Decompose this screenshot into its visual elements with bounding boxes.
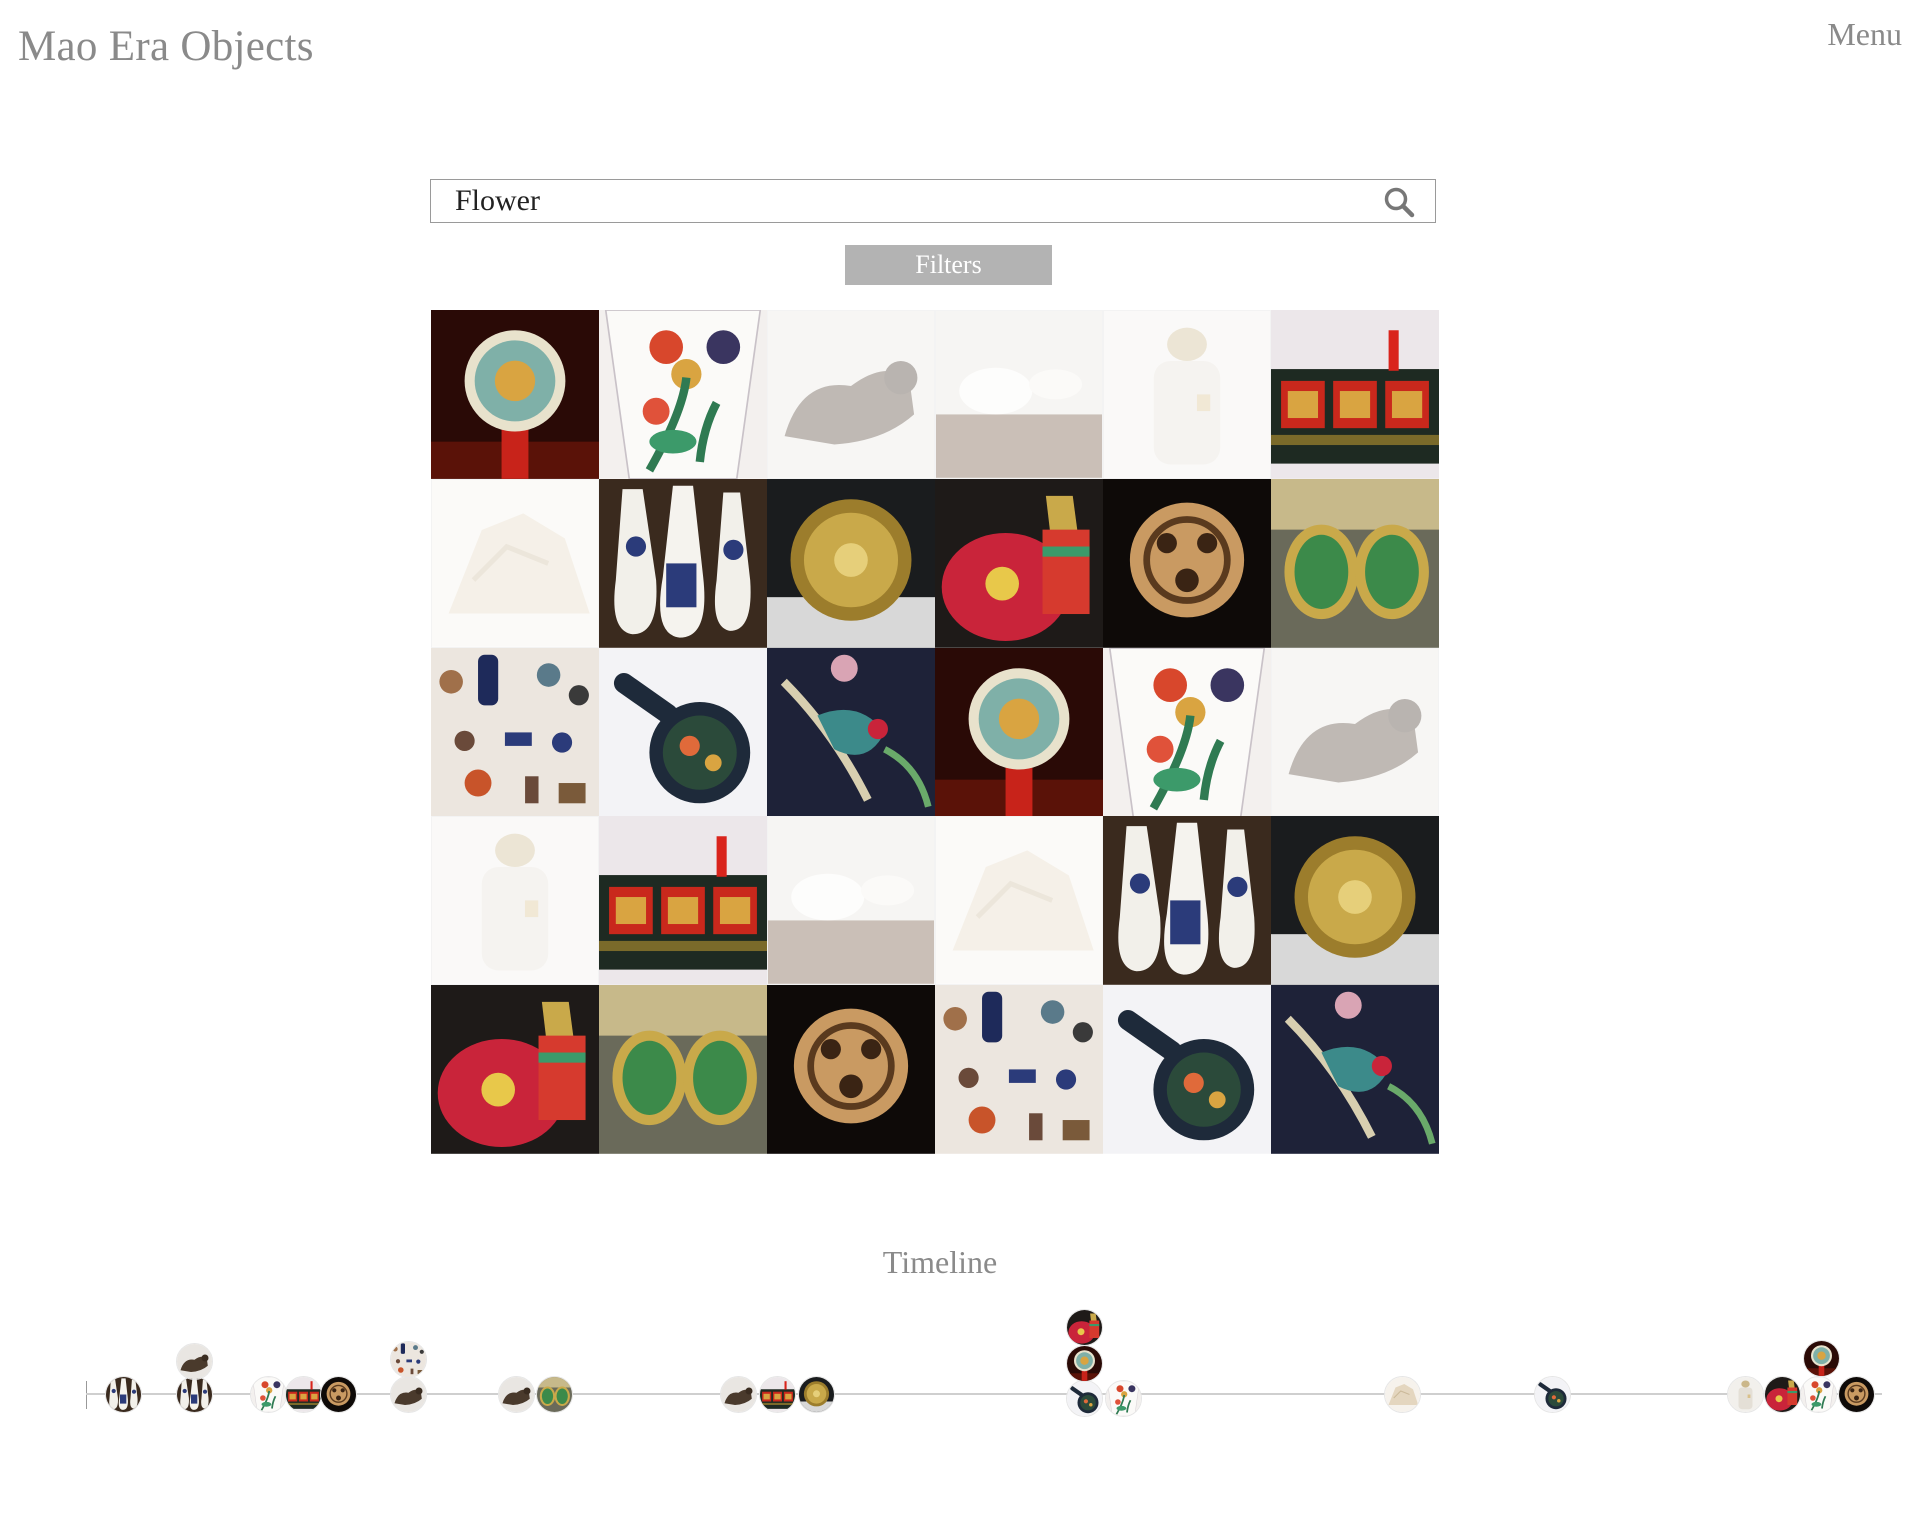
timeline-item-flower-vase[interactable] — [1800, 1376, 1837, 1413]
timeline-item-lidded-jar[interactable] — [1727, 1376, 1764, 1413]
object-grid — [431, 310, 1439, 1154]
timeline-item-bronze-animal[interactable] — [176, 1343, 213, 1380]
timeline-item-carved-jade-pendant[interactable] — [320, 1376, 357, 1413]
timeline-item-red-enamel-vase[interactable] — [1066, 1309, 1103, 1346]
grid-tile-dragon-plate[interactable] — [431, 310, 599, 479]
timeline-item-miniature-objects[interactable] — [390, 1341, 427, 1378]
grid-tile-blue-white-spoons[interactable] — [1103, 816, 1271, 986]
grid-tile-bronze-animal[interactable] — [767, 310, 935, 479]
grid-tile-painted-cabinet[interactable] — [599, 816, 767, 986]
grid-tile-cloisonne-pan[interactable] — [1103, 985, 1271, 1154]
grid-tile-porcelain-cup[interactable] — [935, 310, 1103, 479]
timeline-item-blue-white-spoons[interactable] — [176, 1376, 213, 1413]
grid-tile-carved-stone[interactable] — [935, 816, 1103, 986]
grid-tile-bird-embroidery[interactable] — [1271, 985, 1439, 1154]
timeline-heading: Timeline — [882, 1244, 998, 1280]
timeline-item-blue-white-spoons[interactable] — [105, 1376, 142, 1413]
grid-tile-carved-jade-pendant[interactable] — [1103, 478, 1271, 648]
grid-tile-bronze-animal[interactable] — [1271, 647, 1439, 817]
search-bar — [430, 179, 1436, 223]
grid-tile-red-enamel-vase[interactable] — [935, 478, 1103, 648]
timeline-item-bronze-animal[interactable] — [390, 1376, 427, 1413]
grid-tile-jade-earrings[interactable] — [1271, 478, 1439, 648]
timeline-item-gold-flower-disc[interactable] — [798, 1376, 835, 1413]
grid-tile-cloisonne-pan[interactable] — [599, 647, 767, 817]
grid-tile-dragon-plate[interactable] — [935, 647, 1103, 817]
timeline-item-painted-cabinet[interactable] — [285, 1376, 322, 1413]
grid-tile-lidded-jar[interactable] — [431, 816, 599, 986]
grid-tile-flower-vase[interactable] — [599, 310, 767, 479]
timeline-item-carved-jade-pendant[interactable] — [1838, 1376, 1875, 1413]
filters-button[interactable]: Filters — [845, 245, 1052, 285]
timeline-item-flower-vase[interactable] — [1105, 1380, 1142, 1417]
search-icon[interactable] — [1383, 186, 1415, 218]
grid-tile-miniature-objects[interactable] — [431, 647, 599, 817]
grid-tile-gold-flower-disc[interactable] — [1271, 816, 1439, 986]
search-input[interactable] — [455, 180, 1335, 221]
grid-tile-red-enamel-vase[interactable] — [431, 985, 599, 1154]
grid-tile-carved-jade-pendant[interactable] — [767, 985, 935, 1154]
timeline-item-dragon-plate[interactable] — [1803, 1340, 1840, 1377]
timeline-start-tick — [86, 1381, 87, 1409]
grid-tile-painted-cabinet[interactable] — [1271, 310, 1439, 479]
timeline-item-bronze-animal[interactable] — [498, 1376, 535, 1413]
timeline-item-bronze-animal[interactable] — [720, 1376, 757, 1413]
grid-tile-jade-earrings[interactable] — [599, 985, 767, 1154]
menu-link[interactable]: Menu — [1827, 16, 1902, 53]
timeline-item-cloisonne-pan[interactable] — [1066, 1380, 1103, 1417]
timeline-item-red-enamel-vase[interactable] — [1764, 1376, 1801, 1413]
timeline-item-flower-vase[interactable] — [250, 1376, 287, 1413]
timeline-item-jade-earrings[interactable] — [536, 1376, 573, 1413]
grid-tile-miniature-objects[interactable] — [935, 985, 1103, 1154]
grid-tile-gold-flower-disc[interactable] — [767, 478, 935, 648]
timeline-item-dragon-plate[interactable] — [1066, 1345, 1103, 1382]
grid-tile-carved-stone[interactable] — [431, 478, 599, 648]
grid-tile-bird-embroidery[interactable] — [767, 647, 935, 817]
timeline-item-cloisonne-pan[interactable] — [1534, 1376, 1571, 1413]
grid-tile-flower-vase[interactable] — [1103, 647, 1271, 817]
site-title[interactable]: Mao Era Objects — [18, 22, 314, 71]
grid-tile-blue-white-spoons[interactable] — [599, 478, 767, 648]
timeline-item-carved-stone[interactable] — [1384, 1376, 1421, 1413]
grid-tile-porcelain-cup[interactable] — [767, 816, 935, 986]
timeline-item-painted-cabinet[interactable] — [759, 1376, 796, 1413]
grid-tile-lidded-jar[interactable] — [1103, 310, 1271, 479]
